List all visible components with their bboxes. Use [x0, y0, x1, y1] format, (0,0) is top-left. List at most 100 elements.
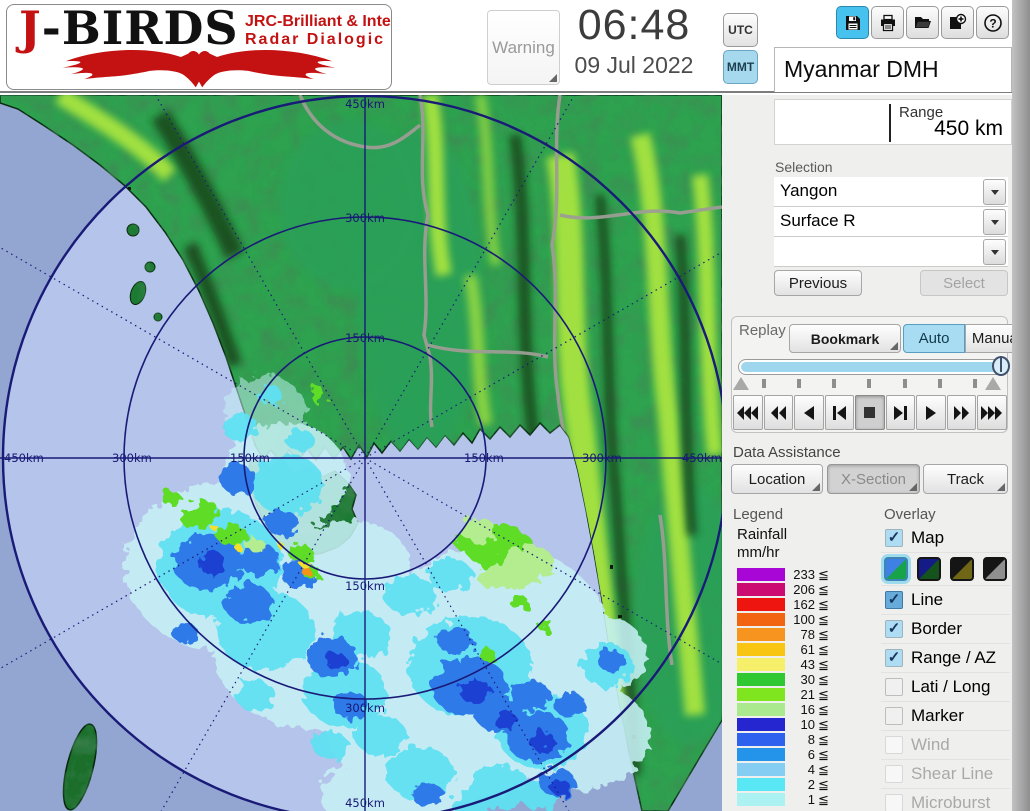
legend-value: 233 — [793, 567, 815, 582]
legend-lte-symbol: ≦ — [818, 791, 829, 807]
play-reverse-button[interactable] — [794, 395, 824, 430]
rewind-button[interactable] — [763, 395, 793, 430]
option-dropdown-button[interactable] — [983, 239, 1006, 265]
ring-label: 450km — [345, 796, 385, 810]
tick — [867, 379, 872, 388]
checkbox[interactable] — [885, 529, 903, 547]
replay-label: Replay — [739, 322, 786, 339]
replay-slider-handle[interactable] — [992, 356, 1010, 376]
map-style-swatches — [881, 553, 1010, 586]
play-reverse-icon — [803, 405, 814, 420]
print-button[interactable] — [871, 6, 904, 39]
overlay-item-border: Border — [881, 615, 1010, 644]
legend-title-line1: Rainfall — [737, 526, 788, 543]
overlay-label: Overlay — [884, 506, 936, 523]
map-style-swatch-1[interactable] — [884, 557, 908, 581]
map-style-swatch-4[interactable] — [983, 557, 1007, 581]
svg-text:?: ? — [989, 16, 996, 30]
ring-label: 300km — [112, 451, 152, 465]
save-button[interactable] — [836, 6, 869, 39]
site-dropdown[interactable]: Yangon — [774, 177, 1008, 207]
product-dropdown[interactable]: Surface R — [774, 207, 1008, 237]
legend-value: 4 — [807, 762, 815, 777]
track-button[interactable]: Track — [923, 464, 1008, 494]
replay-range-start-marker[interactable] — [733, 377, 749, 390]
bookmark-button[interactable]: Bookmark — [789, 324, 901, 353]
product-dropdown-value: Surface R — [780, 211, 856, 230]
print-icon — [880, 14, 895, 31]
overlay-item-marker: Marker — [881, 702, 1010, 731]
legend-swatch — [737, 733, 785, 746]
checkbox[interactable] — [885, 678, 903, 696]
add-image-button[interactable] — [941, 6, 974, 39]
overlay-item-label: Map — [911, 528, 945, 547]
forward-button[interactable] — [946, 395, 976, 430]
station-title: Myanmar DMH — [784, 56, 939, 82]
legend-title-line2: mm/hr — [737, 544, 780, 561]
save-icon — [845, 15, 860, 30]
utc-toggle-button[interactable]: UTC — [723, 13, 758, 47]
legend-lte-symbol: ≦ — [818, 656, 829, 672]
range-value: 450 km — [934, 117, 1003, 140]
legend-row: 21 ≦ — [737, 687, 857, 702]
checkbox[interactable] — [885, 591, 903, 609]
data-assistance-label: Data Assistance — [733, 444, 841, 461]
clock-date: 09 Jul 2022 — [574, 52, 694, 78]
checkbox[interactable] — [885, 707, 903, 725]
map-style-swatch-2[interactable] — [917, 557, 941, 581]
selection-label: Selection — [775, 159, 833, 175]
rewind-fast-button[interactable] — [733, 395, 763, 430]
legend-row: 6 ≦ — [737, 747, 857, 762]
product-dropdown-button[interactable] — [983, 209, 1006, 235]
legend-value: 43 — [800, 657, 815, 672]
overlay-item-map: Map — [881, 524, 1010, 553]
range-divider — [889, 104, 891, 142]
checkbox[interactable] — [885, 649, 903, 667]
auto-mode-button[interactable]: Auto — [903, 324, 965, 353]
mmt-toggle-button[interactable]: MMT — [723, 50, 758, 84]
forward-fast-button[interactable] — [977, 395, 1007, 430]
checkbox[interactable] — [885, 620, 903, 638]
legend-value: 206 — [793, 582, 815, 597]
step-forward-button[interactable] — [885, 395, 915, 430]
xsection-button[interactable]: X-Section — [827, 464, 920, 494]
legend-lte-symbol: ≦ — [818, 686, 829, 702]
legend-swatch — [737, 763, 785, 776]
overlay-item-range-az: Range / AZ — [881, 644, 1010, 673]
legend-lte-symbol: ≦ — [818, 701, 829, 717]
replay-range-end-marker[interactable] — [985, 377, 1001, 390]
rewind-fast-icon — [737, 405, 759, 420]
ring-label: 300km — [345, 701, 385, 715]
replay-progress-slider[interactable] — [738, 356, 1010, 376]
legend-lte-symbol: ≦ — [818, 581, 829, 597]
overlay-item-microburst: Microburst — [881, 789, 1010, 811]
eagle-icon — [62, 49, 336, 88]
radar-map[interactable]: 450km 300km 150km 150km 300km 450km 450km 300km… — [0, 95, 722, 811]
legend-block: Rainfall mm/hr 233 ≦ 206 ≦ 162 ≦ 100 ≦ 78 ≦ 61 ≦ 43 ≦… — [737, 526, 857, 807]
legend-lte-symbol: ≦ — [818, 641, 829, 657]
help-icon: ? — [983, 13, 1002, 32]
replay-progress-fill — [741, 362, 1001, 372]
jbirds-logo: J-BIRDS JRC-Brilliant & Intelligent Rada… — [6, 4, 392, 90]
site-dropdown-button[interactable] — [983, 179, 1006, 205]
map-style-swatch-3[interactable] — [950, 557, 974, 581]
legend-value: 2 — [807, 777, 815, 792]
overlay-item-label: Line — [911, 590, 944, 609]
replay-group: Replay Bookmark Auto Manual — [731, 316, 1028, 433]
open-folder-button[interactable] — [906, 6, 939, 39]
legend-row: 1 ≦ — [737, 792, 857, 807]
legend-value: 30 — [800, 672, 815, 687]
previous-button[interactable]: Previous — [774, 270, 862, 296]
play-button[interactable] — [916, 395, 946, 430]
legend-swatch — [737, 583, 785, 596]
help-button[interactable]: ? — [976, 6, 1009, 39]
tick — [937, 379, 942, 388]
legend-label: Legend — [733, 506, 784, 523]
location-button[interactable]: Location — [731, 464, 823, 494]
legend-value: 162 — [793, 597, 815, 612]
stop-button[interactable] — [855, 395, 885, 430]
warning-button[interactable]: Warning — [487, 10, 560, 85]
option-dropdown[interactable] — [774, 237, 1008, 267]
legend-swatch — [737, 748, 785, 761]
step-back-button[interactable] — [824, 395, 854, 430]
